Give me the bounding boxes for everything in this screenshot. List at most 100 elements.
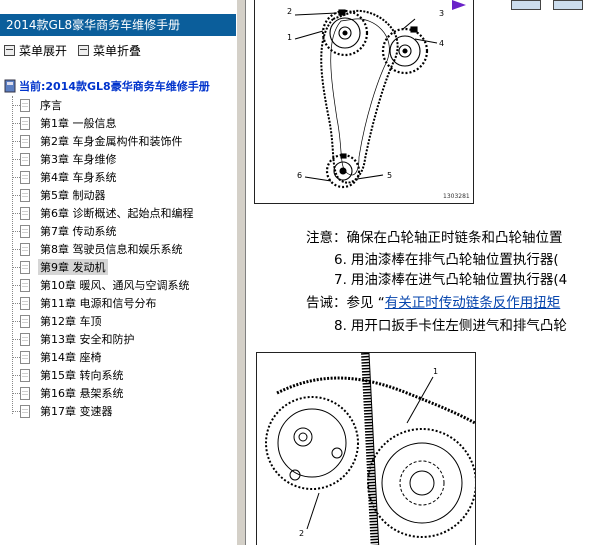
tree-item[interactable]: 第7章 传动系统	[12, 222, 119, 240]
tree-item[interactable]: 第16章 悬架系统	[12, 384, 126, 402]
tree-connector	[12, 266, 20, 268]
expand-label: 菜单展开	[19, 44, 68, 58]
page-icon	[20, 242, 30, 256]
step-6-text: 用油漆棒在排气凸轮轴位置执行器(	[350, 252, 559, 268]
tree-root[interactable]: 当前:2014款GL8豪华商务车维修手册	[4, 78, 210, 94]
pane-splitter[interactable]	[236, 0, 246, 545]
tree-connector	[12, 284, 20, 286]
single-page-view-button[interactable]	[511, 0, 541, 10]
tree-item[interactable]: 第4章 车身系统	[12, 168, 119, 186]
callout-6: 6	[297, 171, 303, 180]
tree-connector	[12, 176, 20, 178]
tree-item[interactable]: 第15章 转向系统	[12, 366, 126, 384]
tree-item-label: 第16章 悬架系统	[40, 387, 124, 400]
collapse-label: 菜单折叠	[93, 44, 142, 58]
page-icon	[20, 404, 30, 418]
page-icon	[20, 350, 30, 364]
warning-link[interactable]: 有关正时传动链条反作用扭矩	[385, 295, 561, 311]
tree-item[interactable]: 第5章 制动器	[12, 186, 108, 204]
notice-text: 注意：确保在凸轮轴正时链条和凸轮轴位置	[306, 230, 563, 246]
timing-chain-figure: 2 3 1 4 6 5 1303281	[254, 0, 474, 204]
figure-code: 1303281	[443, 193, 470, 200]
tree-item-label: 第12章 车顶	[40, 315, 102, 328]
tree-item[interactable]: 第1章 一般信息	[12, 114, 119, 132]
tree-item-label: 第1章 一般信息	[40, 117, 117, 130]
page-icon	[20, 152, 30, 166]
tree-item[interactable]: 第3章 车身维修	[12, 150, 119, 168]
tree-connector	[12, 140, 20, 142]
tree-item-label: 第2章 车身金属构件和装饰件	[40, 135, 183, 148]
page-icon	[20, 188, 30, 202]
tree-connector	[12, 158, 20, 160]
tree-root-label: 当前:2014款GL8豪华商务车维修手册	[19, 80, 210, 93]
next-arrow-icon[interactable]	[452, 0, 466, 10]
page-icon	[20, 296, 30, 310]
tree-connector	[12, 392, 20, 394]
tree-item[interactable]: 第2章 车身金属构件和装饰件	[12, 132, 185, 150]
tree-connector	[12, 410, 20, 412]
tree-item-label: 第6章 诊断概述、起始点和编程	[40, 207, 194, 220]
tree-item[interactable]: 第10章 暖风、通风与空调系统	[12, 276, 192, 294]
tree-connector	[12, 104, 20, 106]
tree-item-label: 第3章 车身维修	[40, 153, 117, 166]
callout-2: 2	[287, 7, 293, 16]
step-8: 8. 用开口扳手卡住左侧进气和排气凸轮	[334, 314, 567, 334]
tree-item[interactable]: 第14章 座椅	[12, 348, 104, 366]
callout-1: 1	[433, 367, 439, 376]
page-icon	[20, 332, 30, 346]
page-icon	[20, 116, 30, 130]
tree-item-label: 第11章 电源和信号分布	[40, 297, 157, 310]
two-page-view-button[interactable]	[553, 0, 583, 10]
tree-item-label: 第17章 变速器	[40, 405, 113, 418]
tree-connector	[12, 320, 20, 322]
timing-chain-drawing	[294, 9, 438, 189]
tree-item[interactable]: 序言	[12, 96, 64, 114]
collapse-icon	[78, 45, 89, 56]
tree-connector	[12, 212, 20, 214]
tree-connector	[12, 122, 20, 124]
tree-connector	[12, 302, 20, 304]
page-icon	[20, 98, 30, 112]
tree-item[interactable]: 第8章 驾驶员信息和娱乐系统	[12, 240, 185, 258]
camshaft-figure: 1 2	[256, 352, 477, 545]
page-icon	[20, 278, 30, 292]
tree-item-label: 第4章 车身系统	[40, 171, 117, 184]
tree-connector	[12, 194, 20, 196]
tree-item-label: 第15章 转向系统	[40, 369, 124, 382]
step-7-number: 7.	[334, 272, 347, 288]
camshaft-drawing	[265, 352, 477, 545]
step-7: 7. 用油漆棒在进气凸轮轴位置执行器(4	[334, 268, 567, 288]
tree-item[interactable]: 第17章 变速器	[12, 402, 115, 420]
page-icon	[20, 206, 30, 220]
page-icon	[20, 134, 30, 148]
tree-item-label: 序言	[40, 99, 62, 112]
manual-icon	[4, 79, 16, 93]
expand-menu-button[interactable]: 菜单展开	[4, 42, 67, 59]
tree-item-label: 第13章 安全和防护	[40, 333, 135, 346]
tree-item[interactable]: 第9章 发动机	[12, 258, 108, 276]
step-7-text: 用油漆棒在进气凸轮轴位置执行器(4	[350, 272, 568, 288]
warning-line: 告诫：参见 “有关正时传动链条反作用扭矩	[306, 291, 560, 311]
collapse-menu-button[interactable]: 菜单折叠	[78, 42, 141, 59]
page-icon	[20, 224, 30, 238]
callout-1: 1	[287, 33, 293, 42]
tree-connector	[12, 248, 20, 250]
tree-item[interactable]: 第13章 安全和防护	[12, 330, 137, 348]
step-6: 6. 用油漆棒在排气凸轮轴位置执行器(	[334, 248, 559, 268]
step-8-text: 用开口扳手卡住左侧进气和排气凸轮	[350, 318, 567, 334]
nav-toolbar: 菜单展开 菜单折叠	[0, 40, 236, 60]
tree-item-label: 第5章 制动器	[40, 189, 106, 202]
tree-connector	[12, 230, 20, 232]
expand-icon	[4, 45, 15, 56]
warning-label: 告诫：参见 “	[306, 295, 385, 311]
callout-4: 4	[439, 39, 445, 48]
tree-connector	[12, 338, 20, 340]
nav-title: 2014款GL8豪华商务车维修手册	[0, 14, 243, 36]
tree-item[interactable]: 第11章 电源和信号分布	[12, 294, 159, 312]
tree-item[interactable]: 第12章 车顶	[12, 312, 104, 330]
step-6-number: 6.	[334, 252, 347, 268]
navigation-pane: 2014款GL8豪华商务车维修手册 菜单展开 菜单折叠 当前:2014款GL8豪…	[0, 0, 243, 545]
tree-connector	[12, 374, 20, 376]
document-pane: 2 3 1 4 6 5 1303281 注意：确保在凸轮轴正时链条和凸轮轴位置 …	[246, 0, 599, 545]
tree-item[interactable]: 第6章 诊断概述、起始点和编程	[12, 204, 196, 222]
